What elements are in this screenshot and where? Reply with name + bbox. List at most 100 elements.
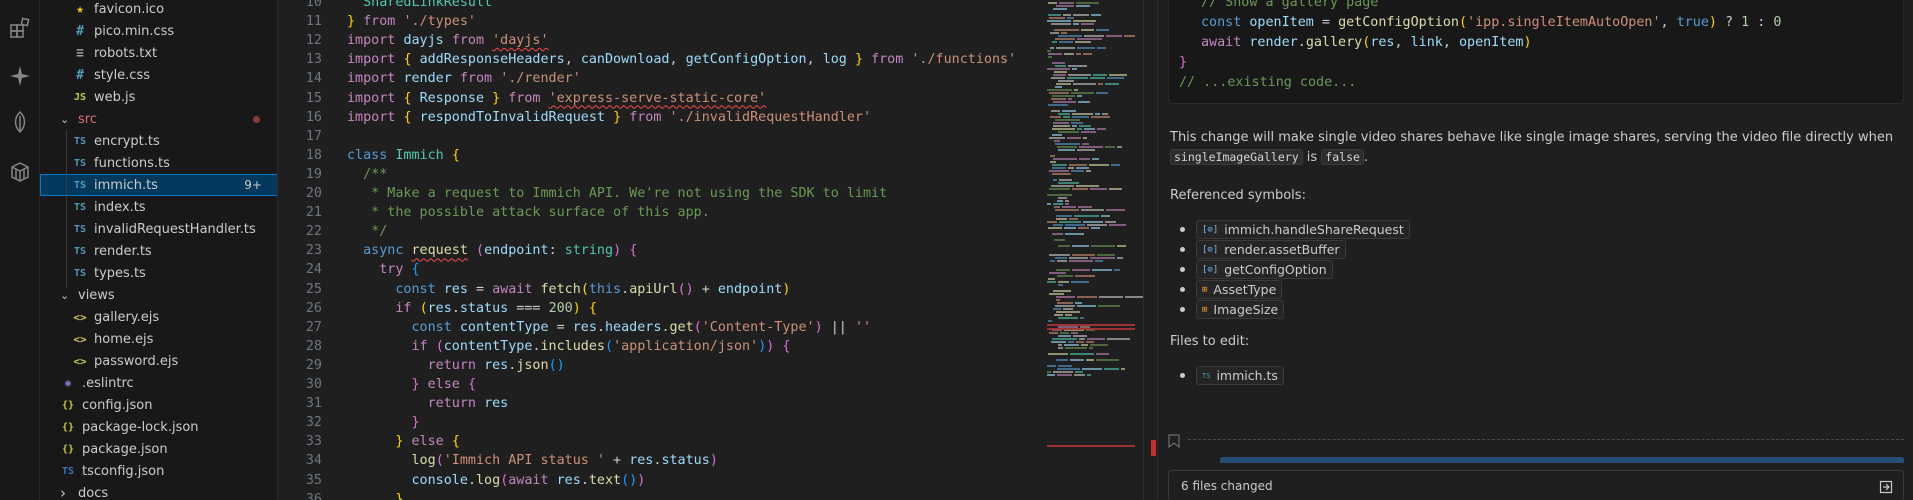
code-line[interactable]: 20 * Make a request to Immich API. We're… bbox=[278, 184, 1043, 203]
leaf-icon[interactable] bbox=[8, 110, 32, 134]
code-line[interactable]: 24 try { bbox=[278, 260, 1043, 279]
tree-item[interactable]: › docs bbox=[40, 482, 277, 500]
minimap-line bbox=[1111, 164, 1120, 166]
code-line[interactable]: 30 } else { bbox=[278, 375, 1043, 394]
open-diff-icon[interactable] bbox=[1879, 479, 1893, 494]
container-icon[interactable] bbox=[8, 160, 32, 184]
minimap-line bbox=[1047, 203, 1051, 205]
tree-item[interactable]: {} package-lock.json bbox=[40, 416, 277, 438]
minimap[interactable] bbox=[1043, 0, 1143, 500]
minimap-line bbox=[1056, 269, 1070, 271]
minimap-line bbox=[1106, 209, 1125, 211]
symbol-method-icon: [⊙] bbox=[1202, 244, 1219, 255]
tree-item[interactable]: TS functions.ts bbox=[40, 152, 277, 174]
list-bullet bbox=[1180, 307, 1185, 312]
tree-item[interactable]: TS types.ts bbox=[40, 262, 277, 284]
minimap-line bbox=[1082, 368, 1102, 370]
code-line[interactable]: 33 } else { bbox=[278, 432, 1043, 451]
list-bullet bbox=[1180, 267, 1185, 272]
minimap-line bbox=[1068, 341, 1074, 343]
code-line[interactable]: 15 import { Response } from 'express-serv… bbox=[278, 89, 1043, 108]
editor-scrollbar[interactable] bbox=[1143, 0, 1157, 500]
minimap-line bbox=[1098, 83, 1103, 85]
code-editor[interactable]: 10 SharedLinkResult 11} from './types' 12 i… bbox=[278, 0, 1043, 500]
code-line[interactable]: 19 /** bbox=[278, 165, 1043, 184]
symbol-chip[interactable]: [⊙] immich.handleShareRequest bbox=[1196, 220, 1410, 239]
code-line[interactable]: 32 } bbox=[278, 413, 1043, 432]
tree-item[interactable]: # style.css bbox=[40, 64, 277, 86]
minimap-line bbox=[1047, 20, 1071, 22]
line-number: 22 bbox=[305, 224, 322, 240]
minimap-line bbox=[1077, 38, 1102, 40]
tree-item[interactable]: # pico.min.css bbox=[40, 20, 277, 42]
code-line[interactable]: 28 if (contentType.includes('application… bbox=[278, 337, 1043, 356]
tree-item[interactable]: ◉ .eslintrc bbox=[40, 372, 277, 394]
minimap-line bbox=[1083, 137, 1087, 139]
symbol-chip[interactable]: [⊙] getConfigOption bbox=[1196, 260, 1333, 279]
chevron-right-icon: › bbox=[60, 484, 66, 500]
code-line[interactable]: 29 return res.json() bbox=[278, 356, 1043, 375]
minimap-line bbox=[1077, 95, 1082, 97]
ejs-icon: <> bbox=[73, 310, 87, 324]
minimap-line bbox=[1052, 233, 1063, 235]
code-line[interactable]: 27 const contentType = res.headers.get('… bbox=[278, 318, 1043, 337]
minimap-line bbox=[1107, 77, 1124, 79]
activity-bar bbox=[0, 0, 40, 500]
tree-item[interactable]: <> gallery.ejs bbox=[40, 306, 277, 328]
code-line[interactable]: 13 import { addResponseHeaders, canDownlo… bbox=[278, 50, 1043, 69]
extensions-icon[interactable] bbox=[8, 16, 32, 40]
tree-item[interactable]: TS render.ts bbox=[40, 240, 277, 262]
minimap-line bbox=[1121, 368, 1125, 370]
code-line[interactable]: 21 * the possible attack surface of this… bbox=[278, 203, 1043, 222]
symbol-chip[interactable]: ⊞ ImageSize bbox=[1196, 300, 1285, 319]
line-number: 34 bbox=[305, 453, 322, 469]
tree-item[interactable]: ≡ robots.txt bbox=[40, 42, 277, 64]
code-line[interactable]: 10 SharedLinkResult bbox=[278, 0, 1043, 12]
tree-item[interactable]: TS encrypt.ts bbox=[40, 130, 277, 152]
tree-item[interactable]: ⌄ src bbox=[40, 108, 277, 130]
code-line[interactable]: 26 if (res.status === 200) { bbox=[278, 299, 1043, 318]
tree-item[interactable]: JS web.js bbox=[40, 86, 277, 108]
code-line[interactable]: 18 class Immich { bbox=[278, 146, 1043, 165]
minimap-line bbox=[1052, 95, 1075, 97]
tree-item[interactable]: <> home.ejs bbox=[40, 328, 277, 350]
files-changed-bar[interactable]: 6 files changed bbox=[1168, 470, 1904, 500]
tree-item[interactable]: <> password.ejs bbox=[40, 350, 277, 372]
minimap-line bbox=[1078, 206, 1092, 208]
minimap-line bbox=[1052, 338, 1077, 340]
tree-item[interactable]: TS tsconfig.json bbox=[40, 460, 277, 482]
code-line[interactable]: 25 const res = await fetch(this.apiUrl()… bbox=[278, 280, 1043, 299]
tree-item[interactable]: {} config.json bbox=[40, 394, 277, 416]
symbol-chip[interactable]: [⊙] render.assetBuffer bbox=[1196, 240, 1346, 259]
minimap-line bbox=[1060, 332, 1069, 334]
hash-icon: # bbox=[76, 23, 84, 39]
code-line[interactable]: 31 return res bbox=[278, 394, 1043, 413]
code-line[interactable]: 12 import dayjs from 'dayjs' bbox=[278, 31, 1043, 50]
tree-item[interactable]: TS index.ts bbox=[40, 196, 277, 218]
symbol-chip[interactable]: ⊞ AssetType bbox=[1196, 280, 1283, 299]
referenced-heading: Referenced symbols: bbox=[1170, 188, 1306, 203]
code-line[interactable]: 35 console.log(await res.text()) bbox=[278, 471, 1043, 490]
minimap-line bbox=[1049, 92, 1069, 94]
minimap-line bbox=[1058, 35, 1082, 37]
code-line[interactable]: 14 import render from './render' bbox=[278, 69, 1043, 88]
tree-item[interactable]: TS immich.ts 9+ bbox=[40, 174, 277, 196]
code-line[interactable]: 23 async request (endpoint: string) { bbox=[278, 241, 1043, 260]
file-chip[interactable]: TS immich.ts bbox=[1196, 366, 1284, 385]
code-line[interactable]: 22 */ bbox=[278, 222, 1043, 241]
code-line[interactable]: 36 } bbox=[278, 490, 1043, 500]
copilot-sparkle-icon[interactable] bbox=[8, 64, 32, 88]
code-comment: // ...existing code... bbox=[1179, 75, 1357, 90]
tree-item[interactable]: {} package.json bbox=[40, 438, 277, 460]
tree-item[interactable]: ⌄ views bbox=[40, 284, 277, 306]
code-line[interactable]: 11} from './types' bbox=[278, 12, 1043, 31]
minimap-line bbox=[1057, 260, 1067, 262]
minimap-line bbox=[1049, 272, 1066, 274]
code-line[interactable]: 17 bbox=[278, 127, 1043, 146]
tree-item-label: views bbox=[78, 287, 115, 303]
tree-item[interactable]: ★ favicon.ico bbox=[40, 0, 277, 20]
tree-item[interactable]: TS invalidRequestHandler.ts bbox=[40, 218, 277, 240]
bookmark-icon[interactable] bbox=[1168, 433, 1180, 449]
code-line[interactable]: 34 log('Immich API status ' + res.status… bbox=[278, 451, 1043, 470]
code-line[interactable]: 16 import { respondToInvalidRequest } fro… bbox=[278, 108, 1043, 127]
